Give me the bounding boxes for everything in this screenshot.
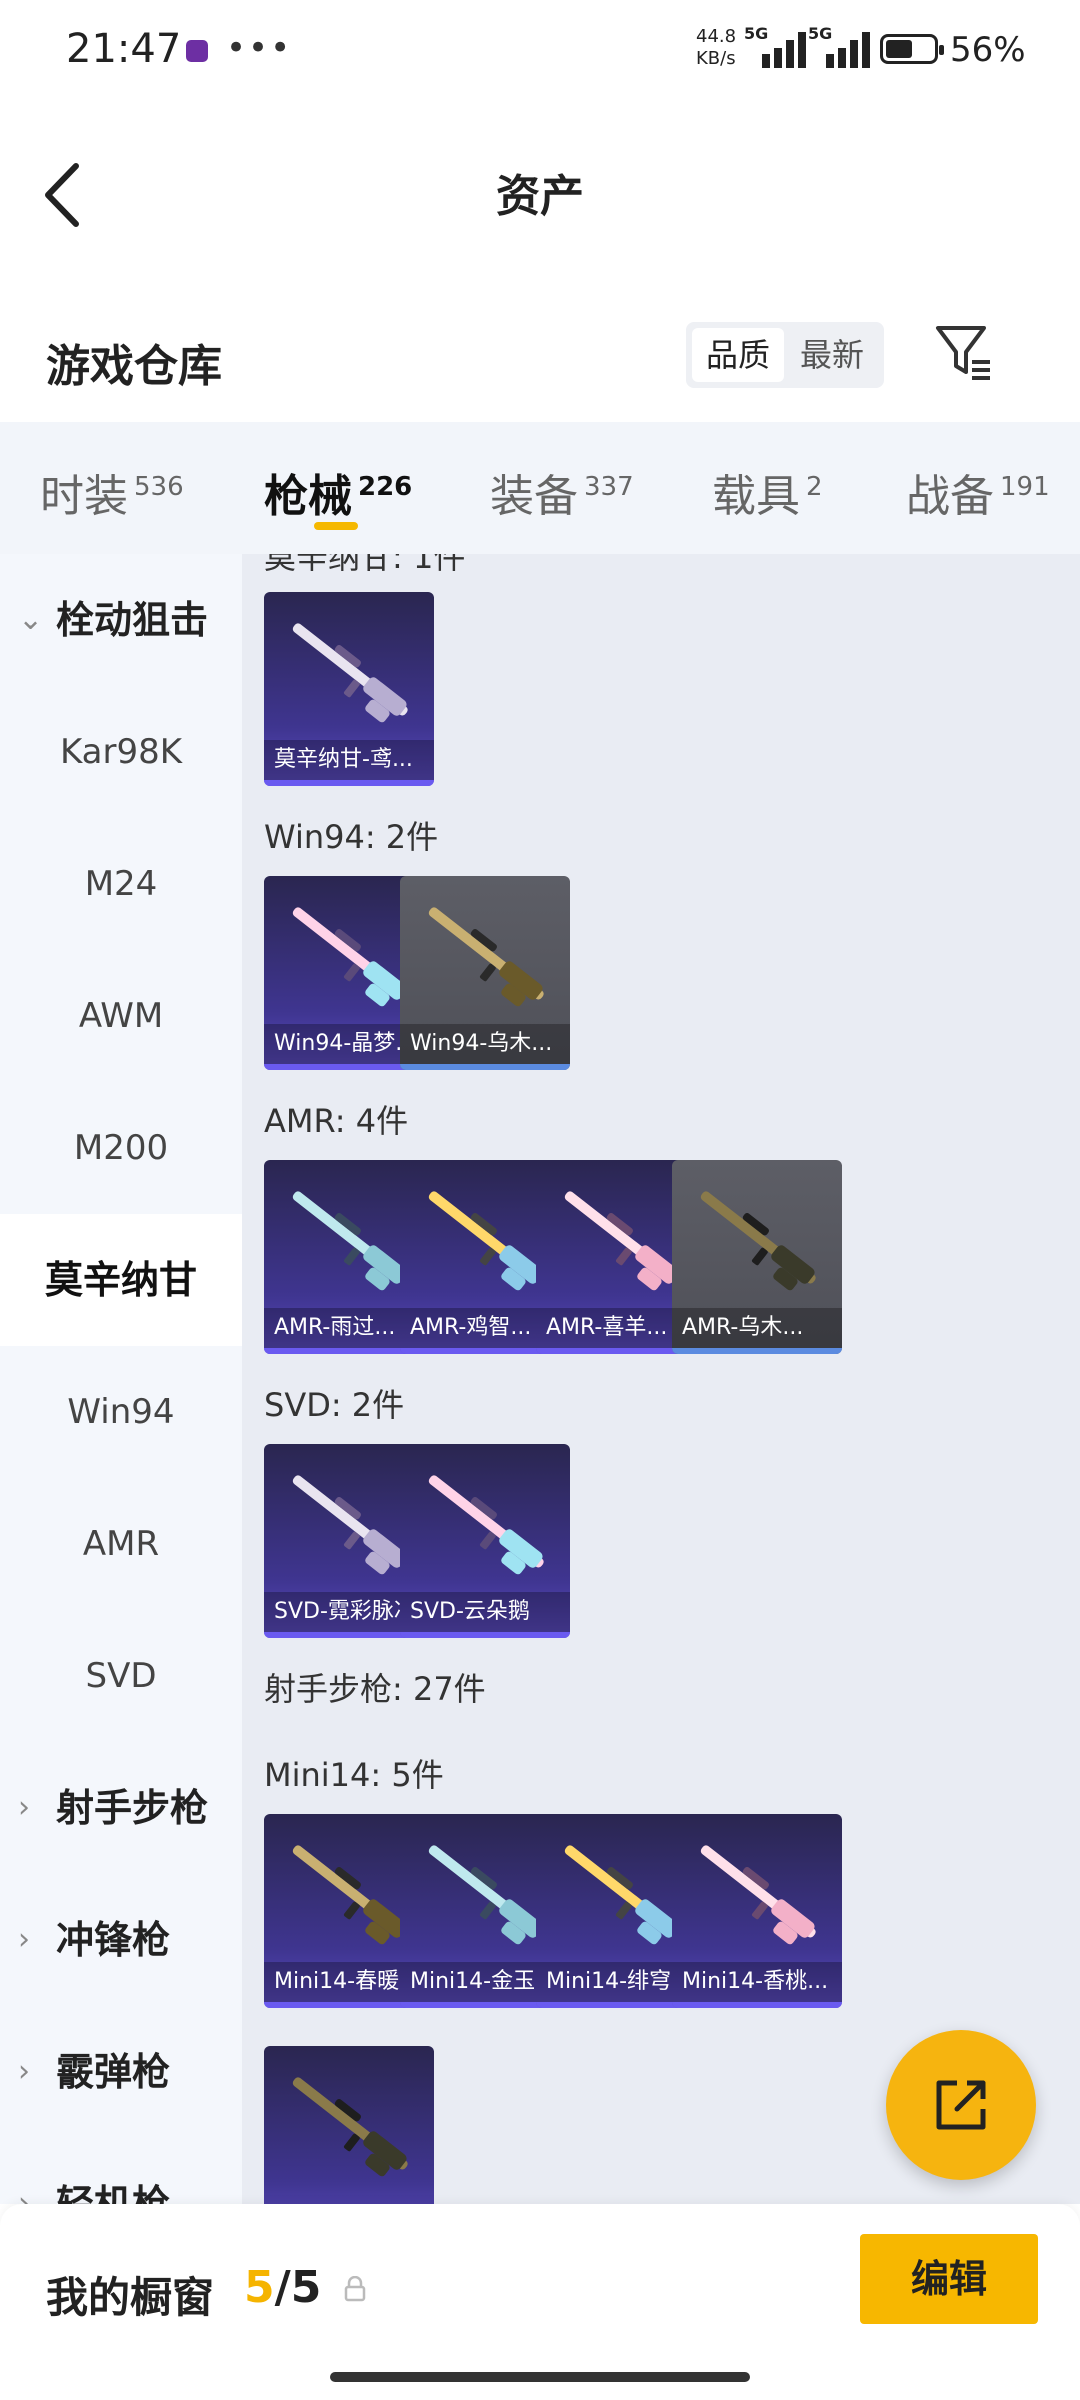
signal-2-icon: 5G: [808, 24, 878, 68]
sidebar-group-shotgun[interactable]: › 霰弹枪: [0, 2006, 242, 2138]
rarity-strip: [400, 1632, 570, 1638]
battery-percent: 56%: [950, 30, 1026, 70]
weapon-sidebar: ⌄ 栓动狙击 Kar98K M24 AWM M200 莫辛纳甘 Win94 AMR…: [0, 554, 242, 2204]
weapon-skin-image: [292, 2077, 408, 2177]
weapon-list: 莫辛纳甘: 1件 Win94: 2件 AMR: 4件 SVD: 2件 射手步枪:…: [242, 554, 1080, 2204]
section-title-win94: Win94: 2件: [264, 818, 439, 856]
home-indicator[interactable]: [330, 2372, 750, 2382]
tab-fashion[interactable]: 时装 536: [40, 460, 184, 524]
showcase-count: 5/5: [244, 2262, 322, 2313]
showcase-bar: 我的橱窗 5/5 编辑: [0, 2204, 1080, 2400]
chevron-down-icon: ⌄: [18, 602, 44, 637]
sidebar-item-win94[interactable]: Win94: [0, 1346, 242, 1478]
lock-icon: [344, 2276, 366, 2302]
sidebar-item-m200[interactable]: M200: [0, 1082, 242, 1214]
tab-equipment[interactable]: 装备 337: [490, 460, 634, 524]
warehouse-title: 游戏仓库: [46, 341, 222, 392]
sidebar-item-mosin[interactable]: 莫辛纳甘: [0, 1214, 242, 1346]
tab-supplies[interactable]: 战备 191: [906, 460, 1050, 524]
net-speed: 44.8 KB/s: [696, 26, 737, 69]
weapon-card[interactable]: SVD-云朵鹅: [400, 1444, 570, 1638]
rarity-strip: [400, 1064, 570, 1070]
rarity-strip: [264, 780, 434, 786]
weapon-card[interactable]: AMR-乌木...: [672, 1160, 842, 1354]
weapon-card-name: 莫辛纳甘-鸢...: [264, 740, 434, 780]
sidebar-group-smg[interactable]: › 冲锋枪: [0, 1874, 242, 2006]
sidebar-group-bolt-sniper[interactable]: ⌄ 栓动狙击: [0, 554, 242, 686]
weapon-skin-image: [292, 623, 408, 723]
section-title-amr: AMR: 4件: [264, 1102, 409, 1140]
chevron-right-icon: ›: [18, 1790, 30, 1825]
edit-button[interactable]: 编辑: [860, 2234, 1038, 2324]
chevron-right-icon: ›: [18, 1922, 30, 1957]
section-title-mini14: Mini14: 5件: [264, 1756, 444, 1794]
more-notifications-icon: •••: [226, 28, 293, 68]
app-notification-icon: [186, 40, 208, 62]
showcase-label: 我的橱窗: [46, 2273, 215, 2322]
filter-icon: [936, 326, 990, 380]
weapon-card[interactable]: Win94-乌木...: [400, 876, 570, 1070]
weapon-skin-image: [700, 1845, 816, 1945]
weapon-card[interactable]: Mini14-香桃...: [672, 1814, 842, 2008]
section-title-mosin: 莫辛纳甘: 1件: [264, 554, 466, 576]
rarity-strip: [672, 1348, 842, 1354]
sidebar-group-lmg[interactable]: › 轻机枪: [0, 2138, 242, 2204]
section-title-marksman: 射手步枪: 27件: [264, 1670, 486, 1708]
active-tab-indicator: [314, 522, 358, 530]
weapon-skin-image: [700, 1191, 816, 1291]
share-fab-button[interactable]: [886, 2030, 1036, 2180]
tab-guns[interactable]: 枪械 226: [264, 460, 412, 524]
sort-toggle: 品质 最新: [686, 322, 884, 388]
weapon-card[interactable]: 莫辛纳甘-鸢...: [264, 592, 434, 786]
sidebar-item-awm[interactable]: AWM: [0, 950, 242, 1082]
sidebar-item-amr[interactable]: AMR: [0, 1478, 242, 1610]
rarity-strip: [672, 2002, 842, 2008]
chevron-right-icon: ›: [18, 2054, 30, 2089]
sidebar-item-kar98k[interactable]: Kar98K: [0, 686, 242, 818]
sort-newest-option[interactable]: 最新: [786, 328, 878, 382]
weapon-card-name: SVD-云朵鹅: [400, 1592, 570, 1632]
weapon-skin-image: [428, 1475, 544, 1575]
status-bar: 21:47 ••• 44.8 KB/s 5G 5G 56%: [0, 0, 1080, 100]
signal-1-icon: 5G: [744, 24, 814, 68]
weapon-skin-image: [428, 907, 544, 1007]
weapon-card-name: Win94-乌木...: [400, 1024, 570, 1064]
section-title-svd: SVD: 2件: [264, 1386, 405, 1424]
external-link-icon: [936, 2080, 986, 2130]
category-tabs: 时装 536 枪械 226 装备 337 载具 2 战备 191: [0, 422, 1080, 554]
tab-vehicles[interactable]: 载具 2: [712, 460, 823, 524]
filter-button[interactable]: [934, 322, 994, 382]
sidebar-item-svd[interactable]: SVD: [0, 1610, 242, 1742]
sidebar-group-marksman[interactable]: › 射手步枪: [0, 1742, 242, 1874]
sort-quality-option[interactable]: 品质: [692, 328, 784, 382]
weapon-card[interactable]: [264, 2046, 434, 2204]
page-title: 资产: [496, 171, 584, 222]
weapon-card-name: Mini14-香桃...: [672, 1962, 842, 2002]
battery-icon: [880, 34, 944, 64]
sidebar-item-m24[interactable]: M24: [0, 818, 242, 950]
status-time: 21:47: [66, 26, 182, 72]
weapon-card-name: AMR-乌木...: [672, 1308, 842, 1348]
chevron-right-icon: ›: [18, 2186, 30, 2204]
